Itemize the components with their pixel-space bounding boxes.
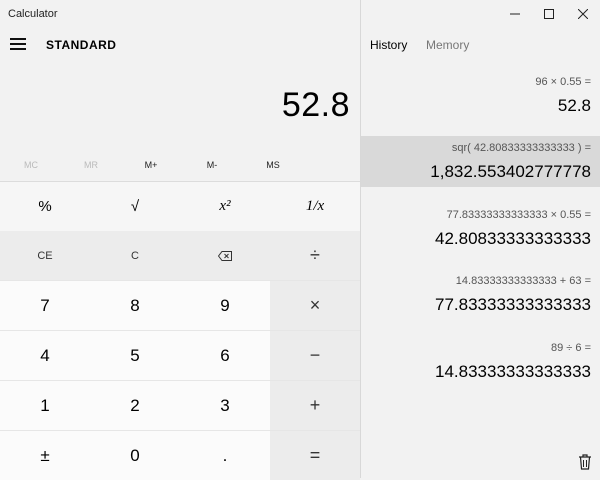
digit-9-button[interactable]: 9	[180, 281, 270, 330]
equals-button[interactable]: =	[270, 431, 360, 480]
calculator-pane: Calculator STANDARD 52.8 MC MR M+ M- MS …	[0, 0, 600, 480]
history-result: 1,832.553402777778	[430, 162, 591, 181]
memory-recall-button: MR	[84, 160, 98, 170]
negate-button[interactable]: ±	[0, 431, 90, 480]
window-title: Calculator	[8, 8, 58, 20]
sqrt-button[interactable]: √	[90, 182, 180, 231]
history-expression: 14.83333333333333 + 63 =	[455, 275, 591, 287]
result-display: 52.8	[281, 86, 350, 124]
minimize-icon	[510, 13, 520, 15]
reciprocal-button[interactable]: 1/x	[270, 182, 360, 231]
digit-4-button[interactable]: 4	[0, 331, 90, 380]
digit-6-button[interactable]: 6	[180, 331, 270, 380]
memory-clear-button: MC	[24, 160, 38, 170]
history-item[interactable]: 14.83333333333333 + 63 = 77.833333333333…	[361, 266, 600, 322]
tab-history[interactable]: History	[370, 38, 407, 52]
menu-icon[interactable]	[10, 38, 26, 50]
memory-subtract-button[interactable]: M-	[192, 160, 232, 170]
maximize-icon	[544, 9, 554, 19]
history-expression: 89 ÷ 6 =	[551, 342, 591, 354]
history-result: 14.83333333333333	[435, 362, 591, 381]
history-expression: 96 × 0.55 =	[535, 76, 591, 88]
digit-0-button[interactable]: 0	[90, 431, 180, 480]
minus-button[interactable]: −	[270, 331, 360, 380]
digit-2-button[interactable]: 2	[90, 381, 180, 430]
keypad: CE C ÷ 7 8 9 × 4 5 6 − 1 2 3 + ± 0 . =	[0, 231, 360, 480]
history-pane: History Memory 96 × 0.55 = 52.8 sqr( 42.…	[360, 0, 600, 478]
function-row: % √ x² 1/x	[0, 182, 360, 231]
mode-title: STANDARD	[46, 38, 117, 52]
history-result: 52.8	[557, 96, 591, 115]
clear-entry-button[interactable]: CE	[0, 231, 90, 280]
history-item[interactable]: 77.83333333333333 × 0.55 = 42.8083333333…	[361, 200, 600, 256]
memory-row: MC MR M+ M- MS	[0, 152, 360, 180]
digit-8-button[interactable]: 8	[90, 281, 180, 330]
divide-button[interactable]: ÷	[270, 231, 360, 280]
digit-5-button[interactable]: 5	[90, 331, 180, 380]
square-button[interactable]: x²	[180, 182, 270, 231]
tab-memory[interactable]: Memory	[426, 38, 469, 52]
close-button[interactable]	[566, 0, 600, 28]
digit-7-button[interactable]: 7	[0, 281, 90, 330]
decimal-button[interactable]: .	[180, 431, 270, 480]
history-item[interactable]: 89 ÷ 6 = 14.83333333333333	[361, 334, 600, 390]
plus-button[interactable]: +	[270, 381, 360, 430]
digit-3-button[interactable]: 3	[180, 381, 270, 430]
multiply-button[interactable]: ×	[270, 281, 360, 330]
history-result: 77.83333333333333	[435, 295, 591, 314]
percent-button[interactable]: %	[0, 182, 90, 231]
history-expression: sqr( 42.80833333333333 ) =	[451, 142, 591, 154]
maximize-button[interactable]	[532, 0, 566, 28]
delete-history-button[interactable]	[575, 452, 595, 472]
clear-button[interactable]: C	[90, 231, 180, 280]
history-expression: 77.83333333333333 × 0.55 =	[446, 209, 591, 221]
history-result: 42.80833333333333	[435, 229, 591, 248]
trash-icon	[579, 454, 591, 470]
memory-add-button[interactable]: M+	[131, 160, 171, 170]
history-item[interactable]: 96 × 0.55 = 52.8	[361, 68, 600, 124]
minimize-button[interactable]	[498, 0, 532, 28]
memory-store-button[interactable]: MS	[253, 160, 293, 170]
history-item[interactable]: sqr( 42.80833333333333 ) = 1,832.5534027…	[361, 136, 600, 187]
backspace-icon	[218, 250, 232, 261]
close-icon	[578, 9, 588, 19]
digit-1-button[interactable]: 1	[0, 381, 90, 430]
backspace-button[interactable]	[180, 231, 270, 280]
